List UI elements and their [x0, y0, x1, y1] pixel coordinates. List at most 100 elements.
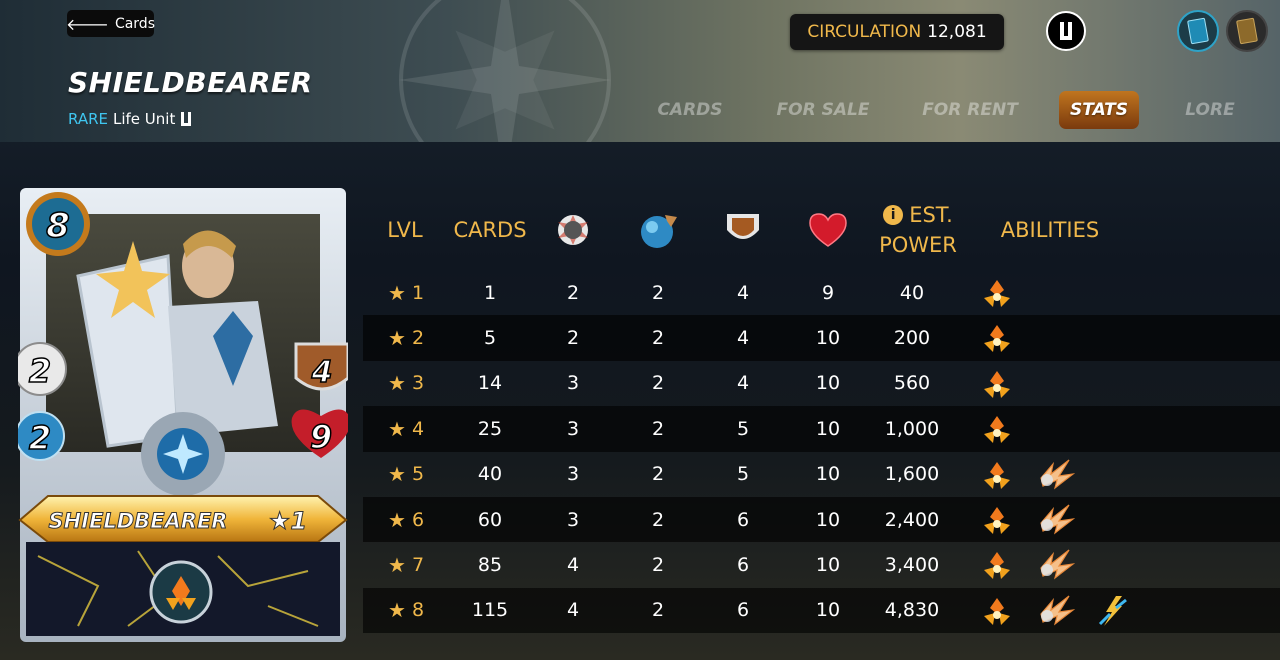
info-icon[interactable]: i: [883, 205, 904, 225]
taunt-ability-icon[interactable]: [980, 412, 1014, 446]
speed-cell: 2: [651, 463, 665, 486]
armor-cell: 6: [736, 554, 750, 577]
rarity-label: RARE: [68, 110, 108, 128]
health-cell: 10: [815, 554, 841, 577]
level-cell: ★ 4: [388, 406, 448, 451]
level-cell: ★ 8: [388, 588, 448, 633]
level-value: 2: [411, 327, 425, 350]
armor-cell: 6: [736, 599, 750, 622]
tab-stats[interactable]: STATS: [1059, 91, 1139, 129]
star-icon: ★: [388, 598, 406, 623]
speed-cell: 2: [651, 417, 665, 440]
heart-icon: [798, 190, 858, 270]
level-cell: ★ 7: [388, 542, 448, 587]
level-value: 7: [411, 554, 425, 577]
back-to-cards-button[interactable]: 🡐 Cards: [66, 10, 155, 37]
star-icon: ★: [388, 280, 406, 305]
level-cell: ★ 2: [388, 315, 448, 360]
table-row: ★ 6 60 3 2 6 10 2,400: [363, 496, 1280, 543]
attack-cell: 3: [566, 508, 580, 531]
shatter-ability-icon[interactable]: [1035, 503, 1076, 537]
card-subtitle: RARE Life Unit: [68, 110, 192, 128]
speed-cell: 2: [651, 281, 665, 304]
table-row: ★ 4 25 3 2 5 10 1,000: [363, 406, 1280, 452]
health-value: 9: [310, 418, 332, 456]
table-row: ★ 2 5 2 2 4 10 200: [363, 315, 1280, 361]
attack-cell: 2: [566, 327, 580, 350]
taunt-ability-icon[interactable]: [980, 548, 1014, 582]
tab-for-sale[interactable]: FOR SALE: [773, 91, 873, 129]
table-body: ★ 1 1 2 2 4 9 40 ★ 2 5 2 2 4 10 200 ★ 3 …: [363, 270, 1280, 634]
mana-value: 8: [46, 206, 70, 246]
stats-table: LVL CARDS i EST. POWER ABILITIES ★ 1 1 2…: [363, 190, 1280, 634]
speed-cell: 2: [651, 508, 665, 531]
attack-cell: 4: [566, 554, 580, 577]
card-illustration: 8 2 2 4 9 SHIELDBEARER ★1: [13, 188, 351, 642]
taunt-ability-icon[interactable]: [980, 503, 1014, 537]
health-cell: 10: [815, 372, 841, 395]
speed-value: 2: [29, 419, 51, 457]
health-cell: 10: [815, 508, 841, 531]
page-title: SHIELDBEARER: [68, 66, 313, 99]
est-power-cell: 1,600: [884, 463, 940, 486]
level-cell: ★ 3: [388, 361, 448, 406]
armor-value: 4: [311, 355, 333, 390]
attack-value: 2: [29, 352, 51, 390]
star-icon: ★: [388, 507, 406, 532]
tab-cards[interactable]: CARDS: [640, 91, 740, 129]
speed-cell: 2: [651, 599, 665, 622]
taunt-ability-icon[interactable]: [980, 594, 1014, 628]
regular-foil-button[interactable]: [1177, 10, 1219, 52]
shatter-ability-icon[interactable]: [1035, 594, 1076, 628]
star-icon: ★: [388, 416, 406, 441]
star-icon: ★: [388, 462, 406, 487]
est-power-label-line2: POWER: [879, 233, 957, 257]
table-row: ★ 3 14 3 2 4 10 560: [363, 361, 1280, 406]
tab-for-rent[interactable]: FOR RENT: [918, 91, 1022, 129]
circulation-value: 12,081: [927, 22, 987, 42]
shatter-ability-icon[interactable]: [1035, 548, 1076, 582]
est-power-label-line1: EST.: [909, 203, 953, 227]
taunt-ability-icon[interactable]: [980, 458, 1014, 492]
taunt-ability-icon[interactable]: [980, 321, 1014, 355]
est-power-cell: 1,000: [884, 417, 940, 440]
level-value: 5: [411, 463, 425, 486]
attack-cell: 2: [566, 281, 580, 304]
cards-cell: 115: [471, 599, 509, 622]
taunt-ability-icon[interactable]: [980, 367, 1014, 401]
level-value: 1: [411, 281, 425, 304]
est-power-cell: 3,400: [884, 554, 940, 577]
column-header-cards: CARDS: [453, 218, 527, 242]
speed-cell: 2: [651, 554, 665, 577]
cards-cell: 60: [477, 508, 503, 531]
attack-cell: 3: [566, 372, 580, 395]
armor-cell: 6: [736, 508, 750, 531]
tab-lore[interactable]: LORE: [1175, 91, 1245, 129]
page-header: 🡐 Cards SHIELDBEARER RARE Life Unit CIRC…: [0, 0, 1280, 142]
health-cell: 9: [821, 281, 835, 304]
armor-shield-icon: [713, 190, 773, 270]
attack-cell: 4: [566, 599, 580, 622]
speed-icon: [628, 190, 688, 270]
gold-foil-button[interactable]: [1226, 10, 1268, 52]
table-header: LVL CARDS i EST. POWER ABILITIES: [363, 190, 1280, 270]
cards-cell: 5: [483, 327, 497, 350]
health-cell: 10: [815, 327, 841, 350]
back-button-label: Cards: [114, 15, 155, 32]
armor-cell: 5: [736, 463, 750, 486]
armor-cell: 4: [736, 327, 750, 350]
card-level: ★1: [269, 507, 307, 535]
level-value: 6: [411, 508, 425, 531]
taunt-ability-icon[interactable]: [980, 276, 1014, 310]
compass-emblem: [399, 0, 611, 142]
est-power-cell: 200: [893, 327, 931, 350]
health-cell: 10: [815, 463, 841, 486]
edition-icon: [180, 110, 192, 128]
card-image: 8 2 2 4 9 SHIELDBEARER ★1: [13, 186, 351, 644]
table-row: ★ 8 115 4 2 6 10 4,830: [363, 587, 1280, 634]
shatter-ability-icon[interactable]: [1035, 458, 1076, 492]
star-icon: ★: [388, 371, 406, 396]
level-cell: ★ 5: [388, 452, 448, 497]
speed-cell: 2: [651, 327, 665, 350]
reflection-shield-ability-icon[interactable]: [1096, 594, 1130, 628]
